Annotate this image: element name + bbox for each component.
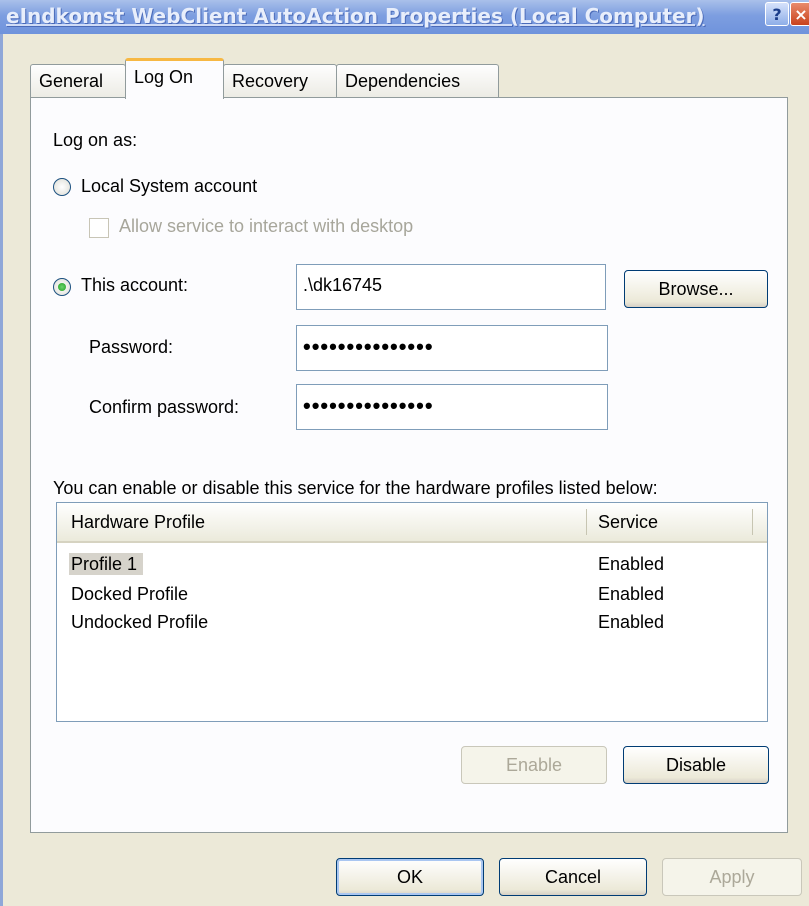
list-row-docked-profile[interactable]: Docked Profile Enabled: [57, 583, 767, 605]
this-account-radio[interactable]: [53, 278, 71, 296]
local-system-radio[interactable]: [53, 178, 71, 196]
apply-button[interactable]: Apply: [662, 858, 802, 896]
window-title: eIndkomst WebClient AutoAction Propertie…: [6, 4, 705, 28]
column-header-hardware-profile[interactable]: Hardware Profile: [71, 512, 205, 533]
confirm-password-label: Confirm password:: [89, 397, 240, 417]
tab-general[interactable]: General: [30, 64, 126, 98]
column-divider[interactable]: [586, 509, 587, 535]
interact-desktop-checkbox[interactable]: [89, 218, 109, 238]
profile-name-cell: Docked Profile: [71, 584, 189, 604]
service-status-cell: Enabled: [598, 584, 665, 604]
log-on-as-label: Log on as:: [53, 130, 138, 150]
password-field[interactable]: •••••••••••••••: [296, 325, 608, 371]
profile-name-cell: Undocked Profile: [71, 612, 209, 632]
cancel-button[interactable]: Cancel: [499, 858, 647, 896]
confirm-password-field[interactable]: •••••••••••••••: [296, 384, 608, 430]
disable-button[interactable]: Disable: [623, 746, 769, 784]
column-header-service[interactable]: Service: [598, 512, 658, 533]
this-account-label[interactable]: This account:: [81, 275, 188, 296]
ok-button[interactable]: OK: [336, 858, 484, 896]
radio-selected-dot: [58, 283, 66, 291]
help-button[interactable]: ?: [765, 2, 789, 26]
password-label: Password:: [89, 337, 174, 357]
account-field[interactable]: .\dk16745: [296, 264, 606, 310]
tab-dependencies[interactable]: Dependencies: [336, 64, 499, 98]
list-row-undocked-profile[interactable]: Undocked Profile Enabled: [57, 611, 767, 633]
log-on-panel: Log on as: Local System account Allow se…: [30, 97, 788, 833]
enable-button[interactable]: Enable: [461, 746, 607, 784]
browse-button[interactable]: Browse...: [624, 270, 768, 308]
service-status-cell: Enabled: [598, 554, 665, 574]
list-row-profile-1[interactable]: Profile 1 Enabled: [57, 553, 767, 575]
service-status-cell: Enabled: [598, 612, 665, 632]
column-divider[interactable]: [752, 509, 753, 535]
close-button[interactable]: ×: [790, 2, 809, 26]
hardware-profiles-list[interactable]: Hardware Profile Service Profile 1 Enabl…: [56, 502, 768, 722]
title-bar[interactable]: eIndkomst WebClient AutoAction Propertie…: [0, 0, 809, 35]
interact-desktop-label: Allow service to interact with desktop: [119, 216, 414, 236]
local-system-label[interactable]: Local System account: [81, 176, 257, 197]
list-header: Hardware Profile Service: [57, 503, 767, 543]
profile-name-cell: Profile 1: [69, 553, 144, 575]
tab-log-on[interactable]: Log On: [125, 58, 224, 99]
profiles-description: You can enable or disable this service f…: [53, 478, 658, 498]
tab-recovery[interactable]: Recovery: [223, 64, 337, 98]
